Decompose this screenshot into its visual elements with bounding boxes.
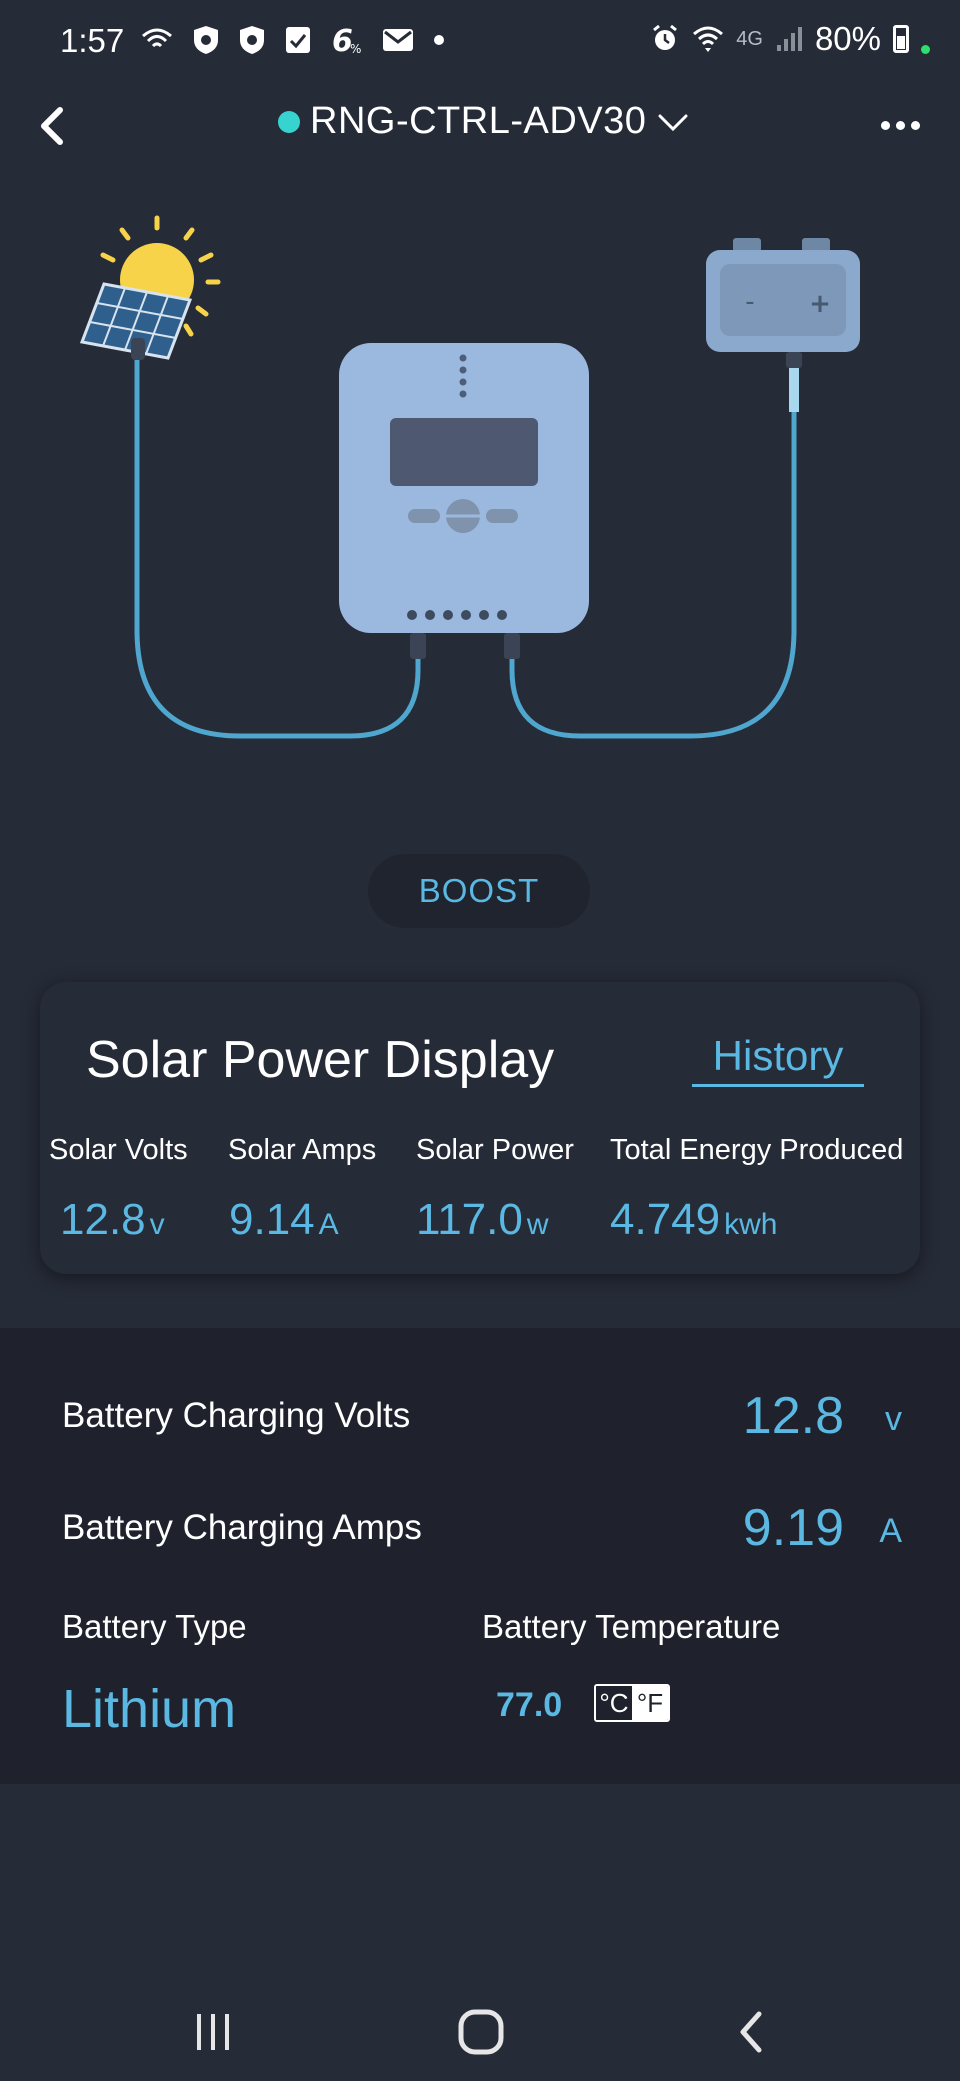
solar-power-metric: Solar Power 117.0 w [416,1134,574,1245]
status-right-icons: 4G 80% [650,20,930,58]
battery-charging-volts-label: Battery Charging Volts [62,1396,411,1435]
svg-text:%: % [350,42,361,55]
app-screen: 1:57 6% 4G 80% RNG-CTRL-ADV30 - + BOOST … [0,0,960,2081]
solar-power-title: Solar Power Display [86,1031,555,1089]
metric-value: 4.749 kwh [610,1195,903,1245]
signal-icon [776,27,802,51]
device-selector[interactable]: RNG-CTRL-ADV30 [278,100,690,143]
back-icon [740,2011,762,2053]
more-horizontal-icon [880,120,890,130]
solar-power-card: Solar Power Display History Solar Volts … [40,982,920,1274]
recents-button[interactable] [173,2002,253,2062]
alarm-icon [653,24,678,50]
chevron-down-icon [658,114,688,131]
battery-minus-label: - [745,287,754,317]
metric-label: Solar Amps [228,1134,377,1166]
metric-label: Solar Volts [49,1134,188,1166]
celsius-option[interactable]: °C [596,1686,632,1720]
privacy-indicator [921,44,930,54]
wifi-calling-icon [142,28,172,48]
battery-illustration: - + [706,238,860,412]
metric-value: 117.0 w [416,1195,574,1245]
temperature-unit-toggle[interactable]: °C °F [594,1684,670,1722]
solar-power-value: 117.0 [416,1195,523,1244]
system-back-button[interactable] [711,2002,791,2062]
recents-icon [197,2014,229,2050]
shield-icon [194,26,218,54]
battery-icon [893,25,909,53]
charge-controller-illustration [339,343,589,659]
app-header: RNG-CTRL-ADV30 [0,90,960,160]
six-icon: 6% [332,25,361,55]
home-button[interactable] [441,2002,521,2062]
more-options-button[interactable] [870,100,930,150]
battery-charging-amps-value: 9.19 [742,1499,844,1557]
metric-label: Solar Power [416,1134,574,1166]
chevron-left-icon [41,107,63,145]
battery-type-value: Lithium [62,1679,237,1739]
status-bar: 1:57 6% 4G 80% [0,0,960,84]
shield-icon [240,26,264,54]
wifi-icon [693,26,724,52]
mail-icon [383,29,413,51]
solar-power-unit: w [526,1208,549,1241]
charging-stage-badge: BOOST [368,854,590,928]
solar-volts-metric: Solar Volts 12.8 v [49,1134,188,1245]
solar-amps-value: 9.14 [229,1195,315,1244]
battery-section: Battery Charging Volts 12.8 v Battery Ch… [0,1328,960,1784]
battery-temperature-value: 77.0 [496,1686,563,1724]
history-button[interactable]: History [692,1032,864,1087]
dot-icon [434,35,444,45]
notepad-icon [286,27,310,53]
metric-value: 9.14 A [228,1195,376,1245]
total-energy-value: 4.749 [610,1195,721,1244]
home-icon [458,2009,504,2055]
battery-plus-label: + [809,289,831,319]
battery-charging-volts-value: 12.8 [742,1387,844,1445]
device-name: RNG-CTRL-ADV30 [310,100,647,142]
back-button[interactable] [22,96,82,156]
battery-charging-volts-unit: v [885,1400,902,1438]
battery-temperature-label: Battery Temperature [482,1608,781,1645]
device-status-dot [278,110,300,133]
battery-charging-amps-label: Battery Charging Amps [62,1508,422,1547]
metric-value: 12.8 v [49,1195,188,1245]
solar-amps-unit: A [318,1208,339,1241]
total-energy-unit: kwh [724,1208,778,1241]
solar-volts-unit: v [149,1208,165,1241]
system-nav-bar [0,1980,960,2080]
battery-type-label: Battery Type [62,1608,247,1645]
metric-label: Total Energy Produced [610,1134,904,1166]
solar-system-illustration: - + [79,215,860,739]
status-time: 1:57 [60,22,125,59]
solar-amps-metric: Solar Amps 9.14 A [228,1134,376,1245]
solar-volts-value: 12.8 [60,1195,146,1244]
total-energy-metric: Total Energy Produced 4.749 kwh [610,1134,903,1245]
network-type: 4G [736,27,763,50]
battery-charging-amps-unit: A [879,1512,902,1550]
status-notification-icons: 6% [140,24,446,56]
solar-system-diagram: - + [0,200,960,760]
battery-percent: 80% [814,20,881,57]
fahrenheit-option[interactable]: °F [632,1686,668,1720]
